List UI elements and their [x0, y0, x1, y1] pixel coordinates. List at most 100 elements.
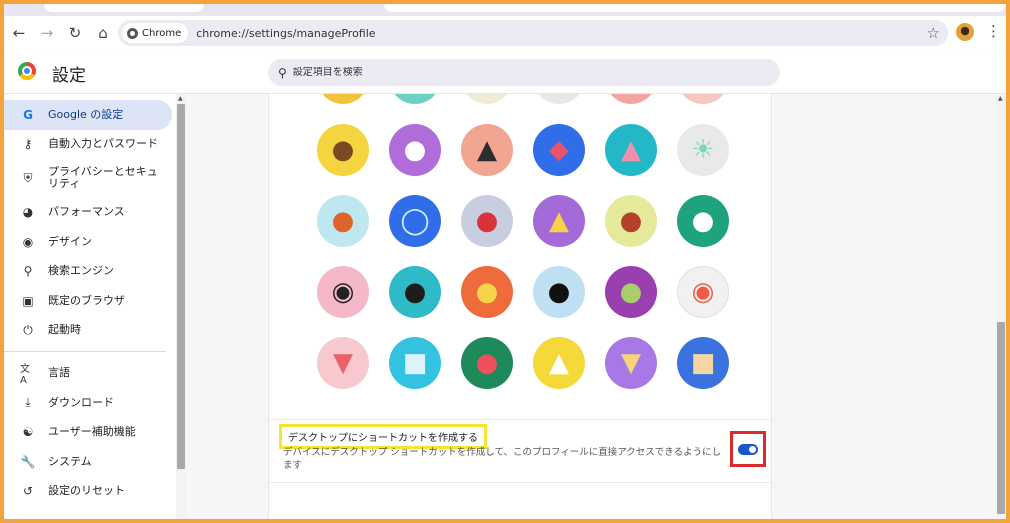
search-icon: ⚲ [23, 264, 33, 279]
search-input[interactable] [292, 67, 753, 78]
sushi-plate-avatar[interactable]: ● [677, 195, 729, 247]
sidebar-item-label: ダウンロード [48, 395, 114, 409]
monkey-avatar[interactable]: ● [317, 124, 369, 176]
tab[interactable] [44, 4, 204, 12]
ice-cream-avatar[interactable]: ▼ [317, 337, 369, 389]
more-menu-icon[interactable]: ⋮ [986, 22, 1001, 40]
scrollbar-thumb[interactable] [177, 104, 185, 469]
sidebar-item-google[interactable]: G Google の設定 [4, 100, 172, 130]
sidebar-item-label: 検索エンジン [48, 264, 114, 278]
sidebar-item-accessibility[interactable]: ☯ ユーザー補助機能 [4, 417, 172, 447]
bicycle-avatar[interactable]: ◯ [389, 195, 441, 247]
palette-icon: ◉ [22, 234, 34, 249]
sidebar-item-label: ユーザー補助機能 [48, 425, 136, 439]
forward-button[interactable]: → [34, 20, 60, 46]
avatar-option[interactable] [533, 94, 585, 104]
address-bar[interactable]: Chrome chrome://settings/manageProfile ☆ [118, 20, 948, 46]
watermelon-avatar[interactable]: ● [461, 337, 513, 389]
origami-bird-avatar[interactable]: ◆ [533, 124, 585, 176]
home-icon: ⌂ [98, 24, 108, 42]
football-avatar[interactable]: ● [605, 195, 657, 247]
browser-window: ← → ↻ ⌂ Chrome chrome://settings/manageP… [4, 4, 1006, 519]
rabbit-avatar[interactable]: ▲ [605, 124, 657, 176]
sidebar-item-performance[interactable]: ◕ パフォーマンス [4, 197, 172, 227]
translate-icon: 文A [20, 363, 30, 386]
reload-button[interactable]: ↻ [62, 20, 88, 46]
profile-avatar[interactable] [956, 23, 974, 41]
reset-icon: ↺ [22, 484, 34, 499]
sidebar-item-on-startup[interactable]: ⏻ 起動時 [4, 316, 172, 346]
section-divider [269, 482, 771, 483]
avatar-grid: ● ● ▲ ◆ ▲ ☀ ● ◯ ● ▲ ● ● ◉ ● ● ● ● ◉ ▼ ■ … [317, 94, 737, 394]
panda-avatar[interactable]: ● [389, 124, 441, 176]
avatar-option[interactable] [317, 94, 369, 104]
sidebar-item-autofill[interactable]: ⚷ 自動入力とパスワード [4, 130, 172, 160]
sidebar-item-label: プライバシーとセキュリティ [48, 165, 158, 191]
url-text[interactable]: chrome://settings/manageProfile [196, 27, 375, 40]
page-title: 設定 [52, 66, 86, 86]
bookmark-star-icon[interactable]: ☆ [927, 24, 940, 42]
sidebar-item-downloads[interactable]: ⤓ ダウンロード [4, 388, 172, 418]
browser-window-icon: ▣ [22, 293, 34, 308]
shortcut-toggle[interactable] [738, 444, 758, 455]
settings-header: 設定 ⚲ [4, 50, 1006, 94]
sandwich-avatar[interactable]: ■ [677, 337, 729, 389]
cube-avatar[interactable]: ■ [389, 337, 441, 389]
sidebar-item-default-browser[interactable]: ▣ 既定のブラウザ [4, 286, 172, 316]
forward-arrow-icon: → [40, 24, 54, 42]
section-divider [269, 419, 771, 420]
sunglasses-avatar[interactable]: ◉ [317, 266, 369, 318]
sidebar-item-appearance[interactable]: ◉ デザイン [4, 227, 172, 257]
sidebar-item-search-engine[interactable]: ⚲ 検索エンジン [4, 256, 172, 286]
manage-profile-card: ● ● ▲ ◆ ▲ ☀ ● ◯ ● ▲ ● ● ◉ ● ● ● ● ◉ ▼ ■ … [268, 94, 772, 519]
sidebar-item-label: 言語 [48, 365, 70, 379]
back-button[interactable]: ← [6, 20, 32, 46]
sidebar-item-system[interactable]: 🔧 システム [4, 447, 172, 477]
basketball-avatar[interactable]: ● [317, 195, 369, 247]
sidebar-item-label: 既定のブラウザ [48, 293, 125, 307]
speedometer-icon: ◕ [22, 204, 34, 219]
sidebar-item-label: デザイン [48, 234, 92, 248]
shield-icon: ⛨ [23, 170, 33, 185]
main-scrollbar[interactable]: ▲ [996, 94, 1006, 519]
sidebar-item-label: 設定のリセット [48, 484, 125, 498]
sidebar-item-label: 起動時 [48, 323, 81, 337]
sidebar-item-label: パフォーマンス [48, 204, 125, 218]
sidebar-item-privacy[interactable]: ⛨ プライバシーとセキュリティ [4, 159, 172, 197]
penguin-avatar[interactable]: ▲ [461, 124, 513, 176]
scrollbar-thumb[interactable] [997, 322, 1005, 514]
reload-icon: ↻ [68, 24, 82, 42]
avatar-option[interactable] [461, 94, 513, 104]
sidebar-divider [4, 351, 166, 353]
sidebar-item-languages[interactable]: 文A 言語 [4, 358, 172, 388]
tamagotchi-avatar[interactable]: ● [461, 266, 513, 318]
chrome-logo-icon [127, 27, 138, 39]
red-bird-avatar[interactable]: ● [461, 195, 513, 247]
avatar-option[interactable] [605, 94, 657, 104]
tab[interactable] [384, 4, 1006, 12]
vinyl-record-avatar[interactable]: ● [533, 266, 585, 318]
unicorn-avatar[interactable]: ☀ [677, 124, 729, 176]
sidebar-item-label: Google の設定 [48, 107, 124, 121]
chrome-logo-icon [18, 62, 36, 80]
power-icon: ⏻ [23, 322, 33, 337]
site-info-chip[interactable]: Chrome [122, 23, 189, 43]
pizza-avatar[interactable]: ▼ [605, 337, 657, 389]
avatar-option[interactable] [389, 94, 441, 104]
onigiri-avatar[interactable]: ▲ [533, 337, 585, 389]
back-arrow-icon: ← [12, 24, 26, 42]
scroll-up-arrow-icon[interactable]: ▲ [178, 95, 183, 102]
avocado-avatar[interactable]: ● [605, 266, 657, 318]
sushi-avatar[interactable]: ● [389, 266, 441, 318]
smile-avatar[interactable]: ◉ [677, 266, 729, 318]
scroll-up-arrow-icon[interactable]: ▲ [998, 95, 1003, 102]
sidebar-item-reset[interactable]: ↺ 設定のリセット [4, 477, 172, 507]
home-button[interactable]: ⌂ [90, 20, 116, 46]
settings-sidebar: G Google の設定 ⚷ 自動入力とパスワード ⛨ プライバシーとセキュリテ… [4, 94, 176, 519]
sidebar-scrollbar[interactable]: ▲ [176, 94, 186, 519]
avatar-option[interactable] [677, 94, 729, 104]
cheese-avatar[interactable]: ▲ [533, 195, 585, 247]
shortcut-description: デバイスにデスクトップ ショートカットを作成して、このプロフィールに直接アクセス… [283, 447, 722, 471]
settings-search[interactable]: ⚲ [268, 59, 780, 86]
sidebar-item-label: 自動入力とパスワード [48, 137, 158, 151]
